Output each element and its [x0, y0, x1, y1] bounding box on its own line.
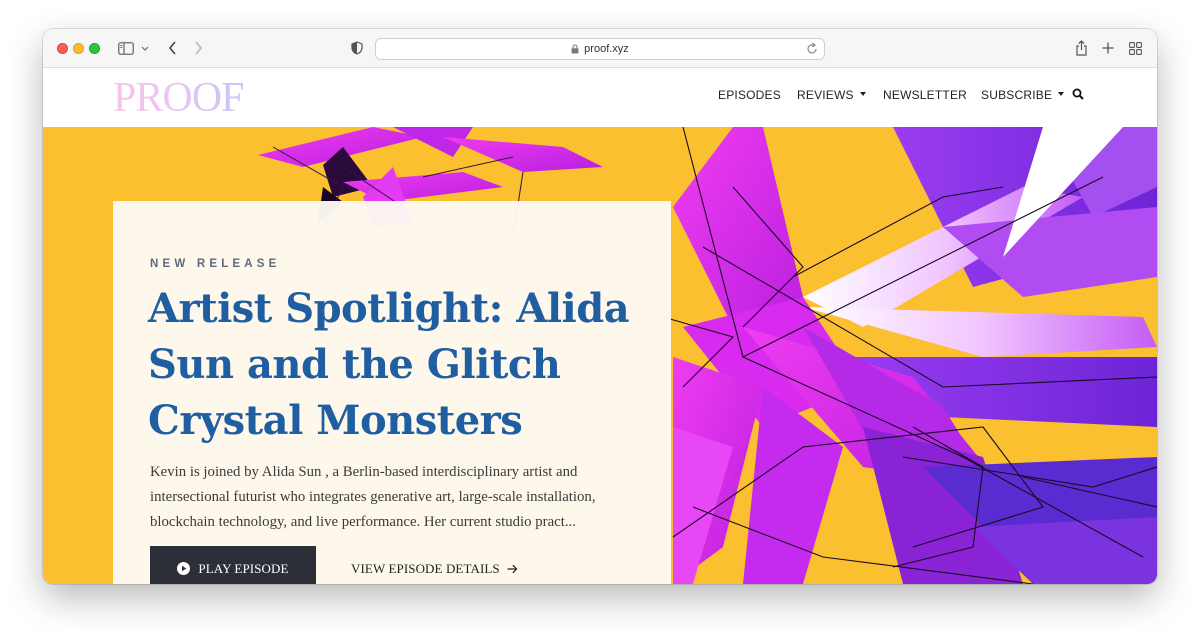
lock-icon — [571, 44, 579, 54]
zoom-window-button[interactable] — [89, 43, 100, 54]
forward-icon[interactable] — [191, 38, 205, 58]
browser-toolbar: proof.xyz — [43, 29, 1157, 68]
caret-down-icon — [1058, 92, 1065, 96]
sidebar-icon[interactable] — [117, 38, 135, 58]
view-episode-details-link[interactable]: VIEW EPISODE DETAILS — [351, 561, 518, 577]
address-bar[interactable]: proof.xyz — [375, 38, 825, 60]
site-header: PROOF EPISODES REVIEWS NEWSLETTER SUBSCR… — [43, 68, 1157, 127]
nav-episodes[interactable]: EPISODES — [718, 88, 781, 102]
site-logo[interactable]: PROOF — [113, 74, 244, 122]
share-icon[interactable] — [1073, 38, 1089, 58]
play-episode-label: PLAY EPISODE — [198, 560, 289, 576]
hero-banner: NEW RELEASE Artist Spotlight: Alida Sun … — [43, 127, 1157, 584]
episode-description: Kevin is joined by Alida Sun , a Berlin-… — [150, 464, 596, 530]
arrow-right-icon — [507, 564, 518, 574]
nav-reviews[interactable]: REVIEWS — [797, 88, 866, 102]
nav-reviews-label: REVIEWS — [797, 88, 854, 102]
reload-icon[interactable] — [806, 42, 818, 58]
nav-newsletter-label: NEWSLETTER — [883, 88, 968, 102]
new-tab-icon[interactable] — [1100, 38, 1116, 58]
search-icon[interactable] — [1072, 88, 1084, 100]
caret-down-icon — [859, 92, 866, 96]
nav-episodes-label: EPISODES — [718, 88, 781, 102]
url-text: proof.xyz — [584, 43, 629, 55]
nav-subscribe[interactable]: SUBSCRIBE — [981, 88, 1065, 102]
minimize-window-button[interactable] — [73, 43, 84, 54]
close-window-button[interactable] — [57, 43, 68, 54]
browser-window: proof.xyz PROOF EPISODES REVIEWS NEWSLET… — [43, 29, 1157, 584]
episode-title[interactable]: Artist Spotlight: Alida Sun and the Glit… — [148, 281, 648, 449]
tab-overview-icon[interactable] — [1127, 38, 1143, 58]
eyebrow-label: NEW RELEASE — [150, 258, 281, 270]
episode-card: NEW RELEASE Artist Spotlight: Alida Sun … — [113, 201, 671, 584]
nav-subscribe-label: SUBSCRIBE — [981, 88, 1053, 102]
back-icon[interactable] — [165, 38, 179, 58]
chevron-down-icon[interactable] — [140, 38, 150, 58]
play-icon — [177, 562, 191, 575]
play-episode-button[interactable]: PLAY EPISODE — [150, 546, 316, 584]
view-details-label: VIEW EPISODE DETAILS — [351, 561, 500, 576]
shield-icon[interactable] — [349, 38, 365, 58]
nav-newsletter[interactable]: NEWSLETTER — [883, 88, 967, 102]
